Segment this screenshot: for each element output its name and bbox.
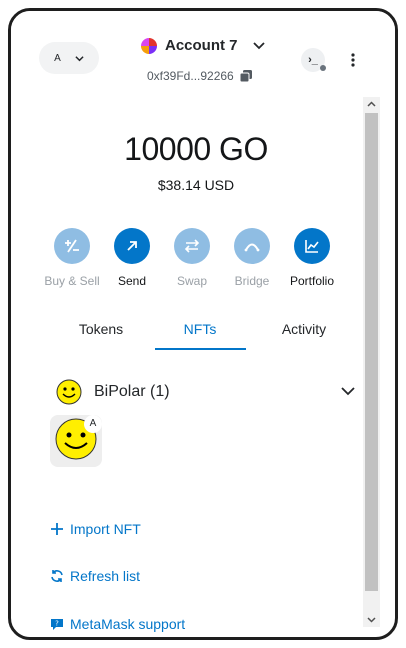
tab-tokens[interactable]: Tokens — [56, 321, 146, 337]
chart-icon — [305, 240, 319, 253]
account-address: 0xf39Fd...92266 — [147, 69, 234, 83]
refresh-icon — [51, 570, 63, 582]
copy-icon — [239, 70, 252, 82]
more-options-icon[interactable] — [345, 51, 361, 69]
scroll-down-icon[interactable] — [367, 615, 376, 624]
import-nft-link[interactable]: Import NFT — [50, 521, 141, 537]
refresh-list-link[interactable]: Refresh list — [50, 568, 140, 584]
action-label: Buy & Sell — [44, 274, 100, 288]
connection-status-dot — [320, 65, 326, 71]
plus-icon — [51, 523, 63, 535]
wallet-overview: 10000 GO $38.14 USD Buy & Sell Send Swap… — [30, 97, 362, 637]
swap-arrows-icon — [184, 239, 200, 253]
primary-balance: 10000 GO — [124, 131, 268, 167]
import-nft-label: Import NFT — [70, 521, 141, 537]
terminal-icon: ›_ — [308, 54, 318, 66]
asset-tabs: Tokens NFTs Activity — [30, 321, 362, 350]
metamask-support-link[interactable]: ? MetaMask support — [50, 616, 185, 632]
svg-text:?: ? — [55, 620, 59, 628]
support-chat-icon: ? — [51, 619, 63, 630]
fiat-balance: $38.14 USD — [157, 177, 235, 193]
account-avatar — [141, 37, 157, 54]
active-tab-indicator — [155, 348, 246, 350]
action-label: Send — [117, 274, 147, 288]
scroll-up-icon[interactable] — [367, 100, 376, 109]
app-header: A Account 7 0xf39Fd...92266 ›_ — [11, 11, 395, 97]
chevron-down-icon — [252, 41, 265, 49]
scrollbar-thumb[interactable] — [365, 113, 378, 591]
tab-activity[interactable]: Activity — [259, 321, 349, 337]
action-buttons: Buy & Sell Send Swap Bridge Portfolio — [30, 228, 362, 288]
bridge-icon — [244, 243, 260, 252]
bridge-button[interactable]: Bridge — [222, 228, 282, 288]
buy-sell-button[interactable]: Buy & Sell — [42, 228, 102, 288]
plus-minus-icon — [65, 239, 79, 253]
snaps-button[interactable]: ›_ — [301, 48, 326, 72]
support-label: MetaMask support — [70, 616, 186, 632]
account-picker[interactable]: Account 7 — [141, 37, 266, 54]
send-button[interactable]: Send — [102, 228, 162, 288]
network-initial: A — [54, 52, 61, 64]
action-label: Portfolio — [289, 274, 335, 288]
account-name: Account 7 — [165, 37, 238, 54]
nft-collection-header[interactable]: BiPolar (1) — [56, 379, 356, 405]
collection-name: BiPolar (1) — [94, 383, 170, 400]
swap-button[interactable]: Swap — [162, 228, 222, 288]
network-picker[interactable]: A — [39, 42, 99, 74]
tab-nfts[interactable]: NFTs — [155, 321, 245, 337]
scrollbar[interactable] — [363, 97, 380, 627]
action-label: Swap — [176, 274, 208, 288]
nft-item[interactable]: A — [50, 415, 102, 467]
chevron-down-icon — [341, 387, 355, 396]
smiley-collection-icon — [56, 379, 82, 405]
nft-network-badge: A — [84, 415, 102, 433]
portfolio-button[interactable]: Portfolio — [282, 228, 342, 288]
chevron-down-icon — [75, 55, 84, 61]
arrow-up-right-icon — [127, 241, 137, 251]
action-label: Bridge — [234, 274, 270, 288]
copy-address-button[interactable]: 0xf39Fd...92266 — [147, 69, 252, 83]
refresh-list-label: Refresh list — [70, 568, 141, 584]
extension-window: A Account 7 0xf39Fd...92266 ›_ 10000 GO … — [8, 8, 398, 640]
